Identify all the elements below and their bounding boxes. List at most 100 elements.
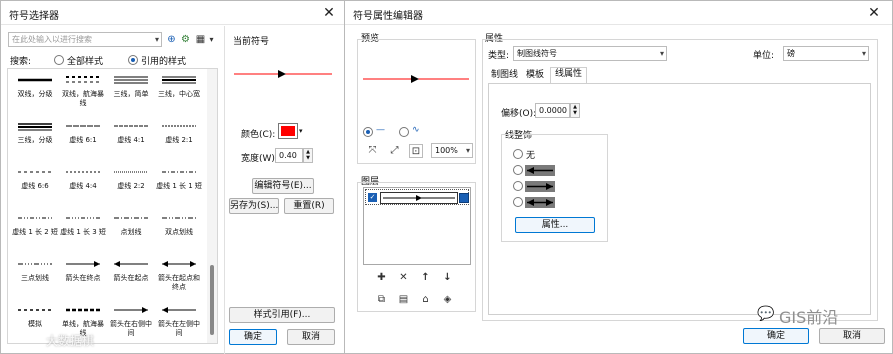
symbol-cell[interactable]: 虚线 4:1 (108, 116, 154, 162)
symbol-cell[interactable]: 虚线 6:6 (12, 162, 58, 208)
decoration-properties-button[interactable]: 属性... (515, 217, 595, 233)
symbol-swatch (18, 171, 52, 173)
symbol-label: 箭头在终点 (65, 274, 101, 282)
add-layer-icon[interactable]: ✚ (374, 271, 389, 285)
symbol-cell[interactable]: 箭头在终点 (60, 254, 106, 300)
selector-close-icon[interactable]: ✕ (319, 4, 339, 22)
zoom-select[interactable]: 100% ▾ (431, 143, 473, 158)
offset-input[interactable]: 0.0000 (535, 103, 570, 118)
symbol-cell[interactable]: 虚线 2:1 (156, 116, 202, 162)
symbol-cell[interactable]: 双点划线 (156, 208, 202, 254)
symbol-grid: 双线，分级 双线，航海暴线 三线，简单 三线，中心宽三线，分级 虚线 6:1 虚线 4:1… (8, 69, 208, 343)
unit-chevron-icon[interactable]: ▾ (862, 47, 866, 60)
symbol-property-editor-window: 符号属性编辑器 ✕ 预览 — ∿ ⤧ ⤢ ⊡ 100% ▾ 图层 ✓ ✚ ✕ ↑… (344, 0, 893, 354)
offset-stepper[interactable]: ▲ ▼ (570, 103, 580, 118)
search-icon[interactable]: ⊕ (164, 33, 179, 47)
symbol-cell[interactable]: 虚线 4:4 (60, 162, 106, 208)
symbol-cell[interactable]: 三线，分级 (12, 116, 58, 162)
tag-layer-icon[interactable]: ◈ (440, 293, 455, 307)
chevron-down-icon[interactable]: ▾ (155, 33, 159, 46)
tab-line-properties[interactable]: 线属性 (550, 67, 588, 83)
layers-list: ✓ (363, 187, 471, 265)
zoom-fit-icon[interactable]: ⤧ (365, 144, 380, 158)
unit-select[interactable]: 磅 ▾ (783, 46, 869, 61)
edit-symbol-button[interactable]: 编辑符号(E)... (252, 178, 314, 194)
type-chevron-icon[interactable]: ▾ (660, 47, 664, 60)
editor-cancel-button[interactable]: 取消 (819, 328, 885, 344)
selector-cancel-button[interactable]: 取消 (287, 329, 335, 345)
symbol-swatch (114, 217, 148, 219)
current-symbol-preview (234, 70, 332, 78)
zoom-full-icon[interactable]: ⤢ (387, 144, 402, 158)
zoom-actual-icon[interactable]: ⊡ (409, 144, 423, 158)
view-dropdown-icon[interactable]: ▾ (204, 33, 219, 47)
gallery-scrollbar[interactable] (207, 69, 217, 343)
symbol-swatch (18, 78, 52, 82)
radio-referenced-styles[interactable] (128, 55, 138, 65)
type-select[interactable]: 制图线符号 ▾ (513, 46, 667, 61)
tab-template[interactable]: 模板 (526, 69, 544, 83)
filter-icon[interactable]: ⚙ (178, 33, 193, 47)
symbol-cell[interactable]: 箭头在起点和终点 (156, 254, 202, 300)
clear-layer-icon[interactable]: ⌂ (418, 293, 433, 307)
unit-value: 磅 (787, 49, 795, 58)
paste-layer-icon[interactable]: ▤ (396, 293, 411, 307)
width-input[interactable]: 0.40 (275, 148, 303, 163)
radio-all-styles-label: 全部样式 (67, 57, 104, 67)
symbol-swatch (18, 309, 52, 311)
symbol-cell[interactable]: 虚线 1 长 3 短 (60, 208, 106, 254)
symbol-cell[interactable]: 点划线 (108, 208, 154, 254)
symbol-cell[interactable]: 双线，分级 (12, 70, 58, 116)
radio-all-styles[interactable] (54, 55, 64, 65)
arrow-start-swatch[interactable] (525, 165, 555, 176)
editor-ok-button[interactable]: 确定 (743, 328, 809, 344)
symbol-cell[interactable]: 三线，中心宽 (156, 70, 202, 116)
symbol-label: 虚线 2:1 (165, 136, 193, 144)
symbol-cell[interactable]: 虚线 6:1 (60, 116, 106, 162)
layer-row[interactable]: ✓ (365, 189, 469, 205)
move-down-icon[interactable]: ↓ (440, 271, 455, 285)
preview-mode-line-radio[interactable] (363, 127, 373, 137)
editor-title: 符号属性编辑器 (353, 11, 423, 22)
layer-visible-checkbox[interactable]: ✓ (368, 193, 377, 202)
decoration-arrow-start-radio[interactable] (513, 165, 523, 175)
symbol-cell[interactable]: 箭头在起点 (108, 254, 154, 300)
decoration-none-radio[interactable] (513, 149, 523, 159)
color-label: 颜色(C): (241, 130, 276, 140)
width-label: 宽度(W): (241, 154, 278, 164)
symbol-cell[interactable]: 双线，航海暴线 (60, 70, 106, 116)
symbol-label: 双线，航海暴线 (62, 90, 104, 107)
style-reference-button[interactable]: 样式引用(F)... (229, 307, 335, 323)
reset-button[interactable]: 重置(R) (284, 198, 334, 214)
symbol-cell[interactable]: 箭头在左侧中间 (156, 300, 202, 343)
scrollbar-thumb[interactable] (210, 265, 214, 335)
symbol-label: 三线，中心宽 (158, 90, 200, 98)
symbol-cell[interactable]: 三点划线 (12, 254, 58, 300)
color-dropdown-icon[interactable]: ▾ (299, 127, 303, 135)
decoration-arrow-both-radio[interactable] (513, 197, 523, 207)
search-input[interactable]: 在此处输入以进行搜索 ▾ (8, 32, 162, 47)
color-picker[interactable] (278, 123, 298, 139)
layer-lock-icon[interactable] (459, 193, 469, 203)
preview-mode-curve-radio[interactable] (399, 127, 409, 137)
selector-ok-button[interactable]: 确定 (229, 329, 277, 345)
width-stepper[interactable]: ▲ ▼ (303, 148, 313, 163)
symbol-cell[interactable]: 虚线 2:2 (108, 162, 154, 208)
curve-mode-icon: ∿ (412, 125, 420, 135)
copy-layer-icon[interactable]: ⧉ (374, 293, 389, 307)
delete-layer-icon[interactable]: ✕ (396, 271, 411, 285)
zoom-chevron-icon[interactable]: ▾ (466, 144, 470, 157)
selector-title: 符号选择器 (9, 11, 59, 22)
symbol-cell[interactable]: 虚线 1 长 1 短 (156, 162, 202, 208)
save-as-button[interactable]: 另存为(S)... (229, 198, 279, 214)
decoration-arrow-end-radio[interactable] (513, 181, 523, 191)
selector-titlebar: 符号选择器 ✕ (1, 1, 345, 25)
move-up-icon[interactable]: ↑ (418, 271, 433, 285)
arrow-end-swatch[interactable] (525, 181, 555, 192)
symbol-cell[interactable]: 三线，简单 (108, 70, 154, 116)
editor-close-icon[interactable]: ✕ (864, 4, 884, 22)
tab-cartographic-line[interactable]: 制图线 (491, 69, 518, 83)
symbol-cell[interactable]: 虚线 1 长 2 短 (12, 208, 58, 254)
arrow-both-swatch[interactable] (525, 197, 555, 208)
symbol-cell[interactable]: 箭头在右侧中间 (108, 300, 154, 343)
